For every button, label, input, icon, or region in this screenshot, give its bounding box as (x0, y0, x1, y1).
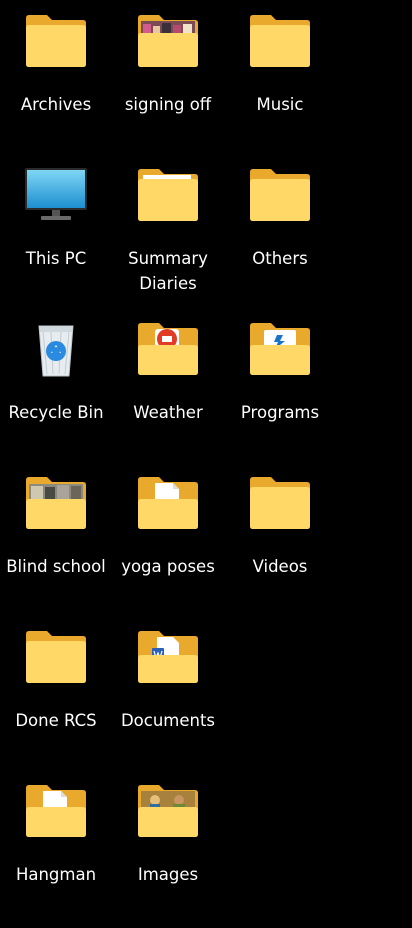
icon-label: Archives (20, 95, 92, 114)
desktop-icon-images[interactable]: Images (112, 782, 224, 887)
folder-photo-icon (138, 785, 198, 837)
desktop-icon-programs[interactable]: Programs (224, 320, 336, 425)
folder-photo-icon (26, 477, 86, 529)
icon-label: yoga poses (121, 557, 215, 576)
icon-label: Blind school (6, 557, 106, 576)
icon-label: This PC (25, 249, 87, 268)
desktop-icon-archives[interactable]: Archives (0, 12, 112, 117)
folder-icon (138, 169, 198, 221)
desktop-icon-videos[interactable]: Videos (224, 474, 336, 579)
icon-label: Documents (120, 711, 216, 730)
icon-label: Recycle Bin (8, 403, 104, 422)
desktop-icon-blind-school[interactable]: Blind school (0, 474, 112, 579)
desktop-icon-done-rcs[interactable]: Done RCS (0, 628, 112, 733)
desktop: Archives signing off Music This PC Summa… (0, 0, 412, 928)
desktop-icon-recycle-bin[interactable]: Recycle Bin (0, 320, 112, 425)
icon-label: Others (252, 249, 308, 268)
icon-label: Programs (240, 403, 320, 422)
folder-icon (26, 15, 86, 67)
icon-label: Images (137, 865, 199, 884)
icon-label: Videos (252, 557, 308, 576)
icon-label: Done RCS (15, 711, 97, 730)
folder-icon (250, 15, 310, 67)
icon-label: Summary Diaries (128, 249, 208, 293)
desktop-icon-music[interactable]: Music (224, 12, 336, 117)
icon-label: signing off (124, 95, 212, 114)
desktop-icon-documents[interactable]: Documents (112, 628, 224, 733)
folder-word-icon (138, 631, 198, 683)
folder-doc-icon (138, 477, 198, 529)
desktop-icon-weather[interactable]: Weather (112, 320, 224, 425)
desktop-icon-yoga-poses[interactable]: yoga poses (112, 474, 224, 579)
recycle-bin-icon (38, 325, 74, 377)
desktop-icon-others[interactable]: Others (224, 166, 336, 271)
desktop-icon-this-pc[interactable]: This PC (0, 166, 112, 271)
icon-label: Music (256, 95, 304, 114)
folder-icon (250, 169, 310, 221)
icon-label: Weather (133, 403, 203, 422)
desktop-icon-hangman[interactable]: Hangman (0, 782, 112, 887)
folder-photo-icon (138, 15, 198, 67)
folder-icon (250, 477, 310, 529)
icon-label: Hangman (15, 865, 97, 884)
desktop-icon-summary-diaries[interactable]: Summary Diaries (112, 166, 224, 296)
folder-app-icon (138, 323, 198, 375)
folder-icon (26, 631, 86, 683)
desktop-icon-signing-off[interactable]: signing off (112, 12, 224, 117)
folder-doc-icon (26, 785, 86, 837)
folder-app-icon (250, 323, 310, 375)
monitor-icon (25, 168, 87, 220)
